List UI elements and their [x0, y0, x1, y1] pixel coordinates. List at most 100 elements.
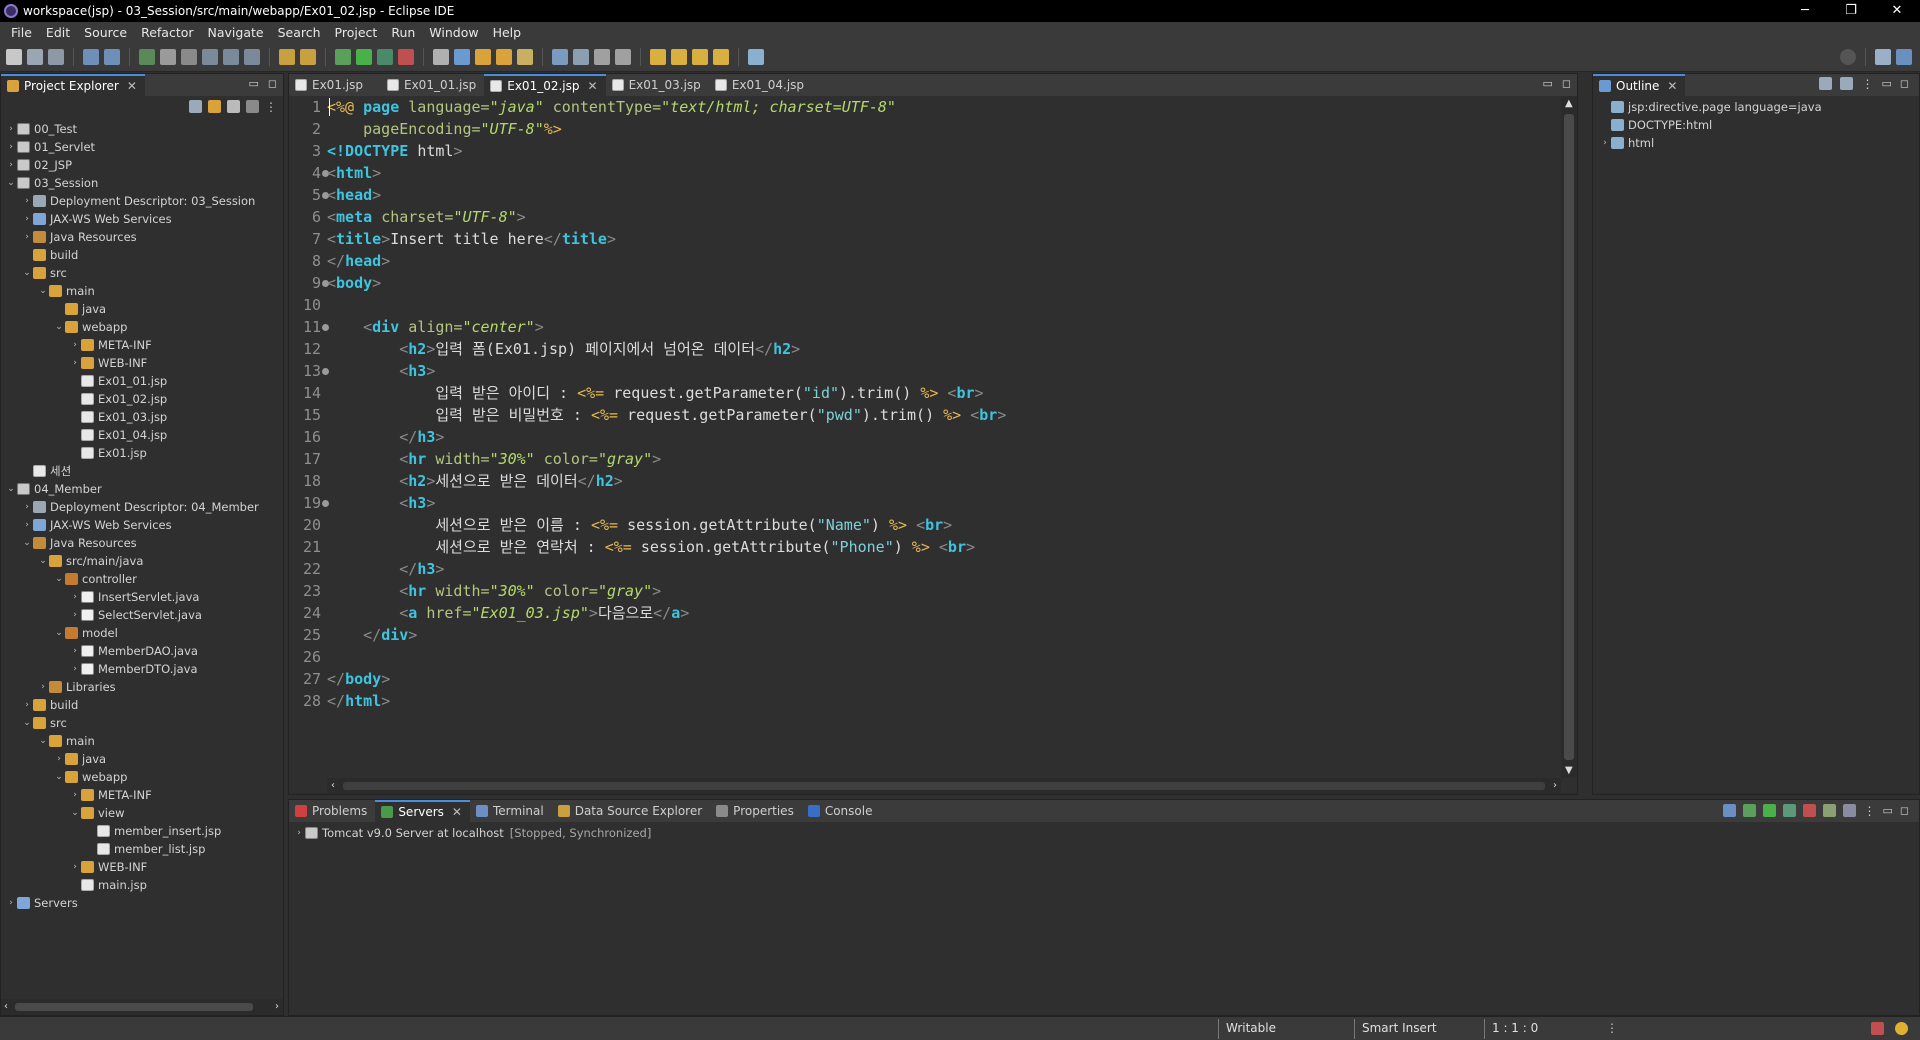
bottom-tab[interactable]: Properties [710, 800, 802, 822]
tree-item[interactable]: ⌄ src [1, 714, 283, 732]
source-code[interactable]: <%@ page language="java" contentType="te… [327, 96, 1561, 778]
tree-item[interactable]: ⌄ model [1, 624, 283, 642]
tree-item[interactable]: › JAX-WS Web Services [1, 210, 283, 228]
chevron-right-icon[interactable]: › [37, 682, 49, 692]
chevron-right-icon[interactable]: › [293, 828, 305, 838]
web-browser-icon[interactable] [454, 48, 470, 65]
editor-tab[interactable]: Ex01_01.jsp [381, 74, 484, 96]
code-line[interactable]: <h3> [327, 492, 1561, 514]
scroll-thumb[interactable] [343, 782, 1545, 790]
bottom-tab[interactable]: Data Source Explorer [552, 800, 710, 822]
code-line[interactable] [327, 294, 1561, 316]
undo-icon[interactable] [83, 48, 99, 65]
menu-refactor[interactable]: Refactor [134, 25, 200, 40]
tree-item[interactable]: › MemberDAO.java [1, 642, 283, 660]
focus-icon[interactable] [246, 100, 259, 113]
close-icon[interactable]: ✕ [1667, 79, 1677, 93]
tree-item[interactable]: Ex01_03.jsp [1, 408, 283, 426]
tree-item[interactable]: ⌄ main [1, 282, 283, 300]
tree-item[interactable]: ⌄ src [1, 264, 283, 282]
back-icon[interactable] [692, 48, 708, 65]
notification-icon[interactable] [1871, 1022, 1884, 1035]
chevron-right-icon[interactable]: › [69, 790, 81, 800]
external-tools-icon[interactable] [398, 48, 414, 65]
chevron-right-icon[interactable]: › [21, 520, 33, 530]
maximize-button[interactable]: ❐ [1828, 0, 1874, 22]
forward-icon[interactable] [713, 48, 729, 65]
tree-item[interactable]: › Java Resources [1, 228, 283, 246]
maximize-view-icon[interactable]: ◻ [268, 77, 277, 90]
status-menu-icon[interactable]: ⋮ [1606, 1021, 1618, 1035]
menu-file[interactable]: File [4, 25, 39, 40]
bottom-tab[interactable]: Console [802, 800, 881, 822]
code-line[interactable]: <html> [327, 162, 1561, 184]
tree-item[interactable]: › Servers [1, 894, 283, 912]
scroll-right-icon[interactable]: › [275, 1001, 279, 1012]
tips-lightbulb-icon[interactable] [1895, 1022, 1908, 1035]
tree-item[interactable]: › SelectServlet.java [1, 606, 283, 624]
code-line[interactable]: </head> [327, 250, 1561, 272]
profile-server-icon[interactable] [1783, 804, 1797, 817]
tree-item[interactable]: › MemberDTO.java [1, 660, 283, 678]
save-icon[interactable] [27, 48, 43, 65]
view-menu-icon[interactable]: ⋮ [1861, 77, 1873, 91]
next-edit-icon[interactable] [671, 48, 687, 65]
step-return-icon[interactable] [244, 48, 260, 65]
chevron-right-icon[interactable]: › [5, 124, 17, 134]
menu-edit[interactable]: Edit [39, 25, 77, 40]
scroll-thumb[interactable] [15, 1003, 253, 1011]
chevron-right-icon[interactable]: › [69, 610, 81, 620]
chevron-right-icon[interactable]: › [21, 214, 33, 224]
disconnect-icon[interactable] [1843, 804, 1857, 817]
tree-item[interactable]: › Deployment Descriptor: 04_Member [1, 498, 283, 516]
editor-hscroll[interactable]: ‹ › [327, 778, 1561, 794]
tree-item[interactable]: build [1, 246, 283, 264]
tree-item[interactable]: ⌄ Java Resources [1, 534, 283, 552]
scroll-left-icon[interactable]: ‹ [331, 780, 335, 791]
terminate-icon[interactable] [181, 48, 197, 65]
code-line[interactable]: <body> [327, 272, 1561, 294]
close-button[interactable]: ✕ [1874, 0, 1920, 22]
tree-item[interactable]: ⌄ 03_Session [1, 174, 283, 192]
tree-item[interactable]: › META-INF [1, 786, 283, 804]
tree-item[interactable]: member_insert.jsp [1, 822, 283, 840]
bottom-tab[interactable]: Terminal [470, 800, 552, 822]
link-with-editor-icon[interactable] [208, 100, 221, 113]
sort-icon[interactable] [1819, 77, 1833, 90]
code-line[interactable]: 입력 받은 아이디 : <%= request.getParameter("id… [327, 382, 1561, 404]
tree-item[interactable]: main.jsp [1, 876, 283, 894]
chevron-right-icon[interactable]: › [5, 142, 17, 152]
code-line[interactable]: 입력 받은 비밀번호 : <%= request.getParameter("p… [327, 404, 1561, 426]
chevron-right-icon[interactable]: › [69, 592, 81, 602]
code-line[interactable]: <meta charset="UTF-8"> [327, 206, 1561, 228]
code-line[interactable]: <h3> [327, 360, 1561, 382]
tree-item[interactable]: › WEB-INF [1, 354, 283, 372]
tree-item[interactable]: › java [1, 750, 283, 768]
debug-server-icon[interactable] [1743, 804, 1757, 817]
bottom-tab[interactable]: Problems [289, 800, 375, 822]
tree-item[interactable]: ⌄ main [1, 732, 283, 750]
tree-item[interactable]: › WEB-INF [1, 858, 283, 876]
chevron-down-icon[interactable]: ⌄ [37, 556, 49, 566]
tree-item[interactable]: › build [1, 696, 283, 714]
code-line[interactable]: <head> [327, 184, 1561, 206]
collapse-all-icon[interactable] [189, 100, 202, 113]
minimize-button[interactable]: ─ [1782, 0, 1828, 22]
code-line[interactable]: </div> [327, 624, 1561, 646]
explorer-hscroll[interactable]: ‹ › [1, 999, 283, 1015]
code-line[interactable]: <h2>입력 폼(Ex01.jsp) 페이지에서 넘어온 데이터</h2> [327, 338, 1561, 360]
chevron-right-icon[interactable]: › [5, 160, 17, 170]
scroll-right-icon[interactable]: › [1553, 780, 1557, 791]
chevron-right-icon[interactable]: › [21, 196, 33, 206]
debug-icon[interactable] [335, 48, 351, 65]
code-line[interactable]: <title>Insert title here</title> [327, 228, 1561, 250]
tree-item[interactable]: › Deployment Descriptor: 03_Session [1, 192, 283, 210]
code-line[interactable]: <%@ page language="java" contentType="te… [327, 96, 1561, 118]
server-row[interactable]: › Tomcat v9.0 Server at localhost [Stopp… [289, 824, 1919, 842]
chevron-right-icon[interactable]: › [69, 646, 81, 656]
outline-item[interactable]: › html [1599, 134, 1919, 152]
chevron-down-icon[interactable]: ⌄ [37, 736, 49, 746]
globe-icon[interactable] [552, 48, 568, 65]
tree-item[interactable]: Ex01.jsp [1, 444, 283, 462]
close-icon[interactable]: ✕ [588, 79, 598, 93]
